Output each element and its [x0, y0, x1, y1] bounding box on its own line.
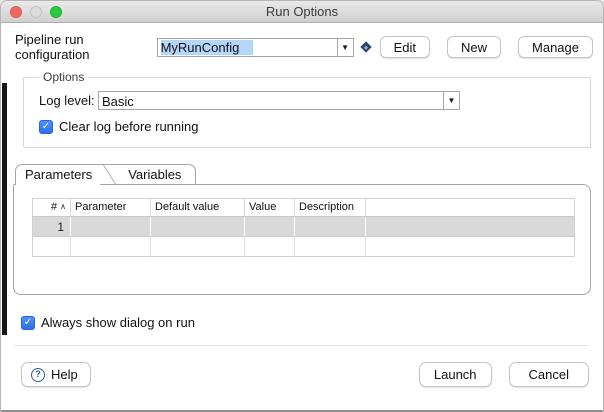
column-header-value[interactable]: Value	[245, 199, 295, 217]
footer-actions: Launch Cancel	[419, 362, 589, 387]
always-show-checkbox[interactable]: ✓	[21, 316, 35, 330]
cell-description[interactable]	[295, 217, 366, 237]
log-level-label: Log level:	[39, 93, 98, 108]
title-bar[interactable]: Run Options	[1, 1, 603, 23]
tab-parameters[interactable]: Parameters	[16, 165, 100, 185]
cell-filler	[366, 237, 575, 257]
column-header-default-value[interactable]: Default value	[151, 199, 245, 217]
log-level-combobox[interactable]: Basic ▼	[98, 91, 460, 110]
chevron-down-icon[interactable]: ▼	[443, 92, 459, 109]
run-config-combobox[interactable]: MyRunConfig ▼	[157, 38, 354, 57]
selected-text[interactable]: MyRunConfig	[161, 40, 254, 55]
config-buttons: Edit New Manage	[380, 36, 593, 58]
always-show-label: Always show dialog on run	[41, 315, 195, 330]
footer: ? Help Launch Cancel	[21, 362, 589, 387]
checkmark-icon: ✓	[24, 318, 32, 328]
tab-strip: Parameters Variables	[15, 164, 196, 185]
run-config-value[interactable]: MyRunConfig	[158, 39, 337, 55]
clear-log-row: ✓ Clear log before running	[39, 119, 580, 134]
always-show-row: ✓ Always show dialog on run	[21, 315, 603, 330]
cell-description[interactable]	[295, 237, 366, 257]
log-level-value[interactable]: Basic	[99, 93, 443, 109]
cell-value[interactable]	[245, 217, 295, 237]
cell-value[interactable]	[245, 237, 295, 257]
cell-default-value[interactable]	[151, 237, 245, 257]
checkmark-icon: ✓	[42, 122, 50, 132]
help-button-label: Help	[51, 367, 78, 382]
cancel-button[interactable]: Cancel	[509, 362, 589, 387]
pipeline-config-row: Pipeline run configuration MyRunConfig ▼…	[15, 32, 593, 62]
clear-log-checkbox[interactable]: ✓	[39, 120, 53, 134]
diamond-shape	[360, 41, 371, 52]
table-header-row: #∧ Parameter Default value Value Descrip…	[33, 199, 575, 217]
column-header-description[interactable]: Description	[295, 199, 366, 217]
cell-default-value[interactable]	[151, 217, 245, 237]
run-options-dialog: Run Options Pipeline run configuration M…	[0, 0, 604, 412]
tab-parameters-label: Parameters	[25, 167, 92, 182]
launch-button[interactable]: Launch	[419, 362, 492, 387]
sort-ascending-icon: ∧	[60, 202, 66, 211]
manage-button[interactable]: Manage	[518, 36, 593, 58]
table-row-empty[interactable]	[33, 237, 575, 257]
cell-num[interactable]: 1	[33, 217, 71, 237]
log-level-row: Log level: Basic ▼	[39, 91, 580, 110]
parameters-panel: #∧ Parameter Default value Value Descrip…	[13, 184, 591, 295]
pipeline-config-label: Pipeline run configuration	[15, 32, 153, 62]
table-row[interactable]: 1	[33, 217, 575, 237]
options-group: Options Log level: Basic ▼ ✓ Clear log b…	[23, 70, 591, 148]
cell-parameter[interactable]	[71, 237, 151, 257]
column-header-num[interactable]: #∧	[33, 199, 71, 217]
parameters-tab-area: Parameters Variables #∧ Parameter Defaul…	[13, 164, 591, 295]
chevron-down-icon[interactable]: ▼	[337, 39, 353, 56]
tab-variables-label: Variables	[128, 167, 181, 182]
minimize-button[interactable]	[30, 6, 42, 18]
column-header-parameter[interactable]: Parameter	[71, 199, 151, 217]
cell-parameter[interactable]	[71, 217, 151, 237]
tab-separator	[100, 165, 122, 185]
close-button[interactable]	[10, 6, 22, 18]
question-mark-icon: ?	[31, 368, 45, 382]
help-button[interactable]: ? Help	[21, 362, 91, 387]
footer-divider	[15, 345, 589, 346]
background-window-sliver	[2, 83, 7, 335]
zoom-button[interactable]	[50, 6, 62, 18]
diamond-icon	[361, 42, 372, 53]
traffic-lights	[10, 6, 62, 18]
parameters-table[interactable]: #∧ Parameter Default value Value Descrip…	[32, 198, 575, 257]
clear-log-label: Clear log before running	[59, 119, 198, 134]
cell-num[interactable]	[33, 237, 71, 257]
cell-filler	[366, 217, 575, 237]
window-title: Run Options	[1, 4, 603, 19]
tab-variables[interactable]: Variables	[122, 165, 195, 185]
options-legend: Options	[39, 70, 88, 84]
column-header-filler	[366, 199, 575, 217]
edit-button[interactable]: Edit	[380, 36, 430, 58]
new-button[interactable]: New	[447, 36, 501, 58]
